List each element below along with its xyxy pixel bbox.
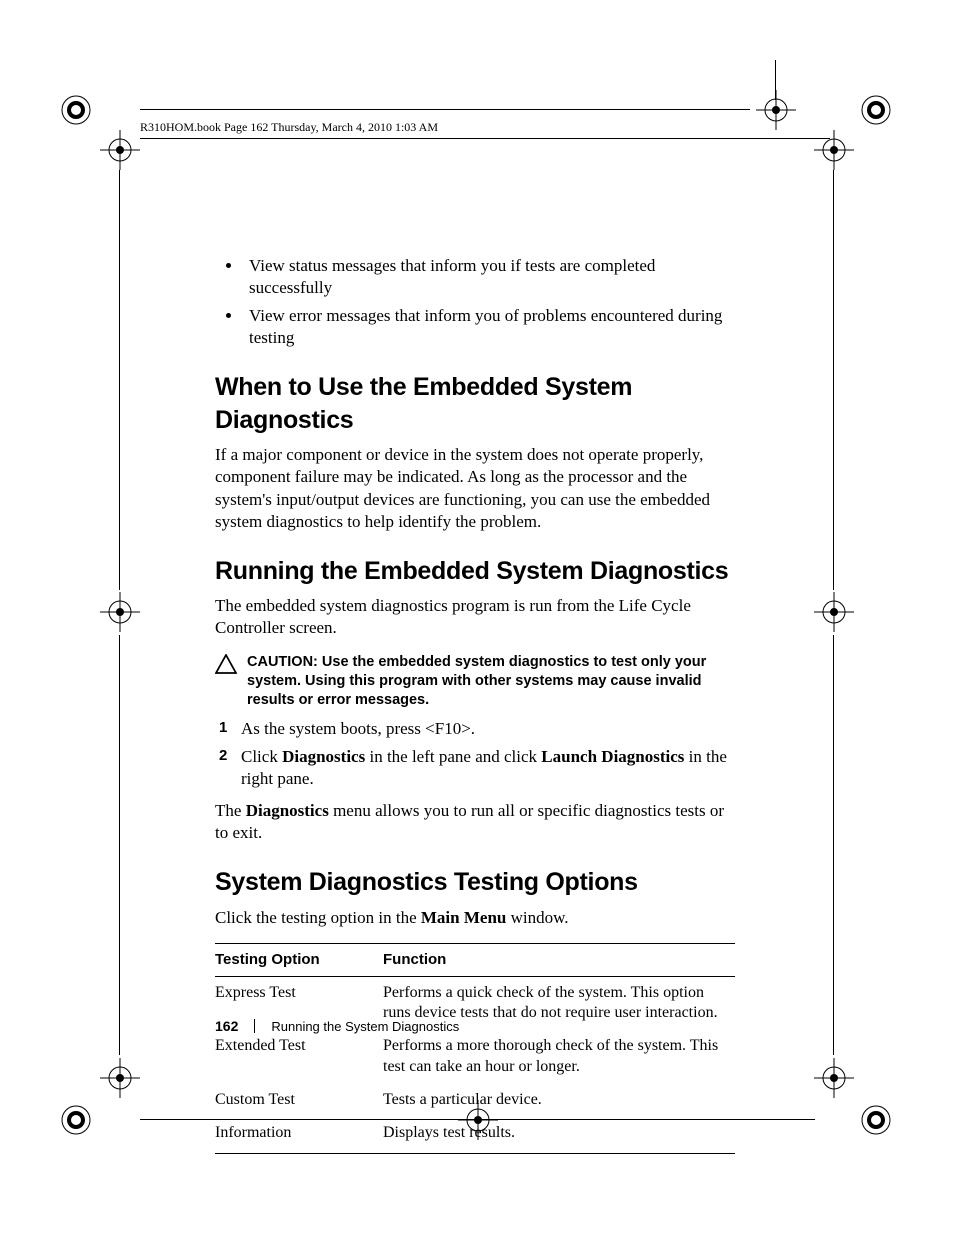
step-text: Click Diagnostics in the left pane and c… <box>241 747 727 788</box>
th-option: Testing Option <box>215 944 383 977</box>
step-item: 2 Click Diagnostics in the left pane and… <box>241 746 735 790</box>
running-head-rule <box>140 138 830 139</box>
caution-text: CAUTION: Use the embedded system diagnos… <box>247 653 735 710</box>
intro-bullets: View status messages that inform you if … <box>215 255 735 349</box>
t: Diagnostics <box>282 747 365 766</box>
body-running-after: The Diagnostics menu allows you to run a… <box>215 800 735 844</box>
t: window. <box>506 908 568 927</box>
t: Launch Diagnostics <box>541 747 684 766</box>
caution-icon <box>215 654 237 680</box>
heading-options: System Diagnostics Testing Options <box>215 866 735 899</box>
t: Click <box>241 747 282 766</box>
caution-label: CAUTION: <box>247 654 322 670</box>
page-footer: 162 Running the System Diagnostics <box>215 1018 459 1034</box>
footer-label: Running the System Diagnostics <box>271 1019 459 1034</box>
cell-option: Information <box>215 1117 383 1154</box>
page-number: 162 <box>215 1018 238 1034</box>
t: The <box>215 801 246 820</box>
cell-function: Tests a particular device. <box>383 1084 735 1117</box>
t: Main Menu <box>421 908 506 927</box>
bullet-item: View status messages that inform you if … <box>243 255 735 299</box>
cell-option: Extended Test <box>215 1030 383 1084</box>
heading-when: When to Use the Embedded System Diagnost… <box>215 371 735 436</box>
heading-running: Running the Embedded System Diagnostics <box>215 555 735 588</box>
body-running-intro: The embedded system diagnostics program … <box>215 595 735 639</box>
caution-block: CAUTION: Use the embedded system diagnos… <box>215 653 735 710</box>
cell-function: Displays test results. <box>383 1117 735 1154</box>
step-number: 1 <box>219 718 227 738</box>
footer-divider <box>254 1019 255 1033</box>
running-head: R310HOM.book Page 162 Thursday, March 4,… <box>140 120 438 135</box>
body-when: If a major component or device in the sy… <box>215 444 735 532</box>
t: in the left pane and click <box>365 747 541 766</box>
t: Click the testing option in the <box>215 908 421 927</box>
t: Diagnostics <box>246 801 329 820</box>
cell-function: Performs a more thorough check of the sy… <box>383 1030 735 1084</box>
step-text: As the system boots, press <F10>. <box>241 719 475 738</box>
step-item: 1 As the system boots, press <F10>. <box>241 718 735 740</box>
body-options-intro: Click the testing option in the Main Men… <box>215 907 735 929</box>
steps-list: 1 As the system boots, press <F10>. 2 Cl… <box>215 718 735 790</box>
step-number: 2 <box>219 746 227 766</box>
bullet-item: View error messages that inform you of p… <box>243 305 735 349</box>
cell-option: Custom Test <box>215 1084 383 1117</box>
table-row: Extended Test Performs a more thorough c… <box>215 1030 735 1084</box>
th-function: Function <box>383 944 735 977</box>
